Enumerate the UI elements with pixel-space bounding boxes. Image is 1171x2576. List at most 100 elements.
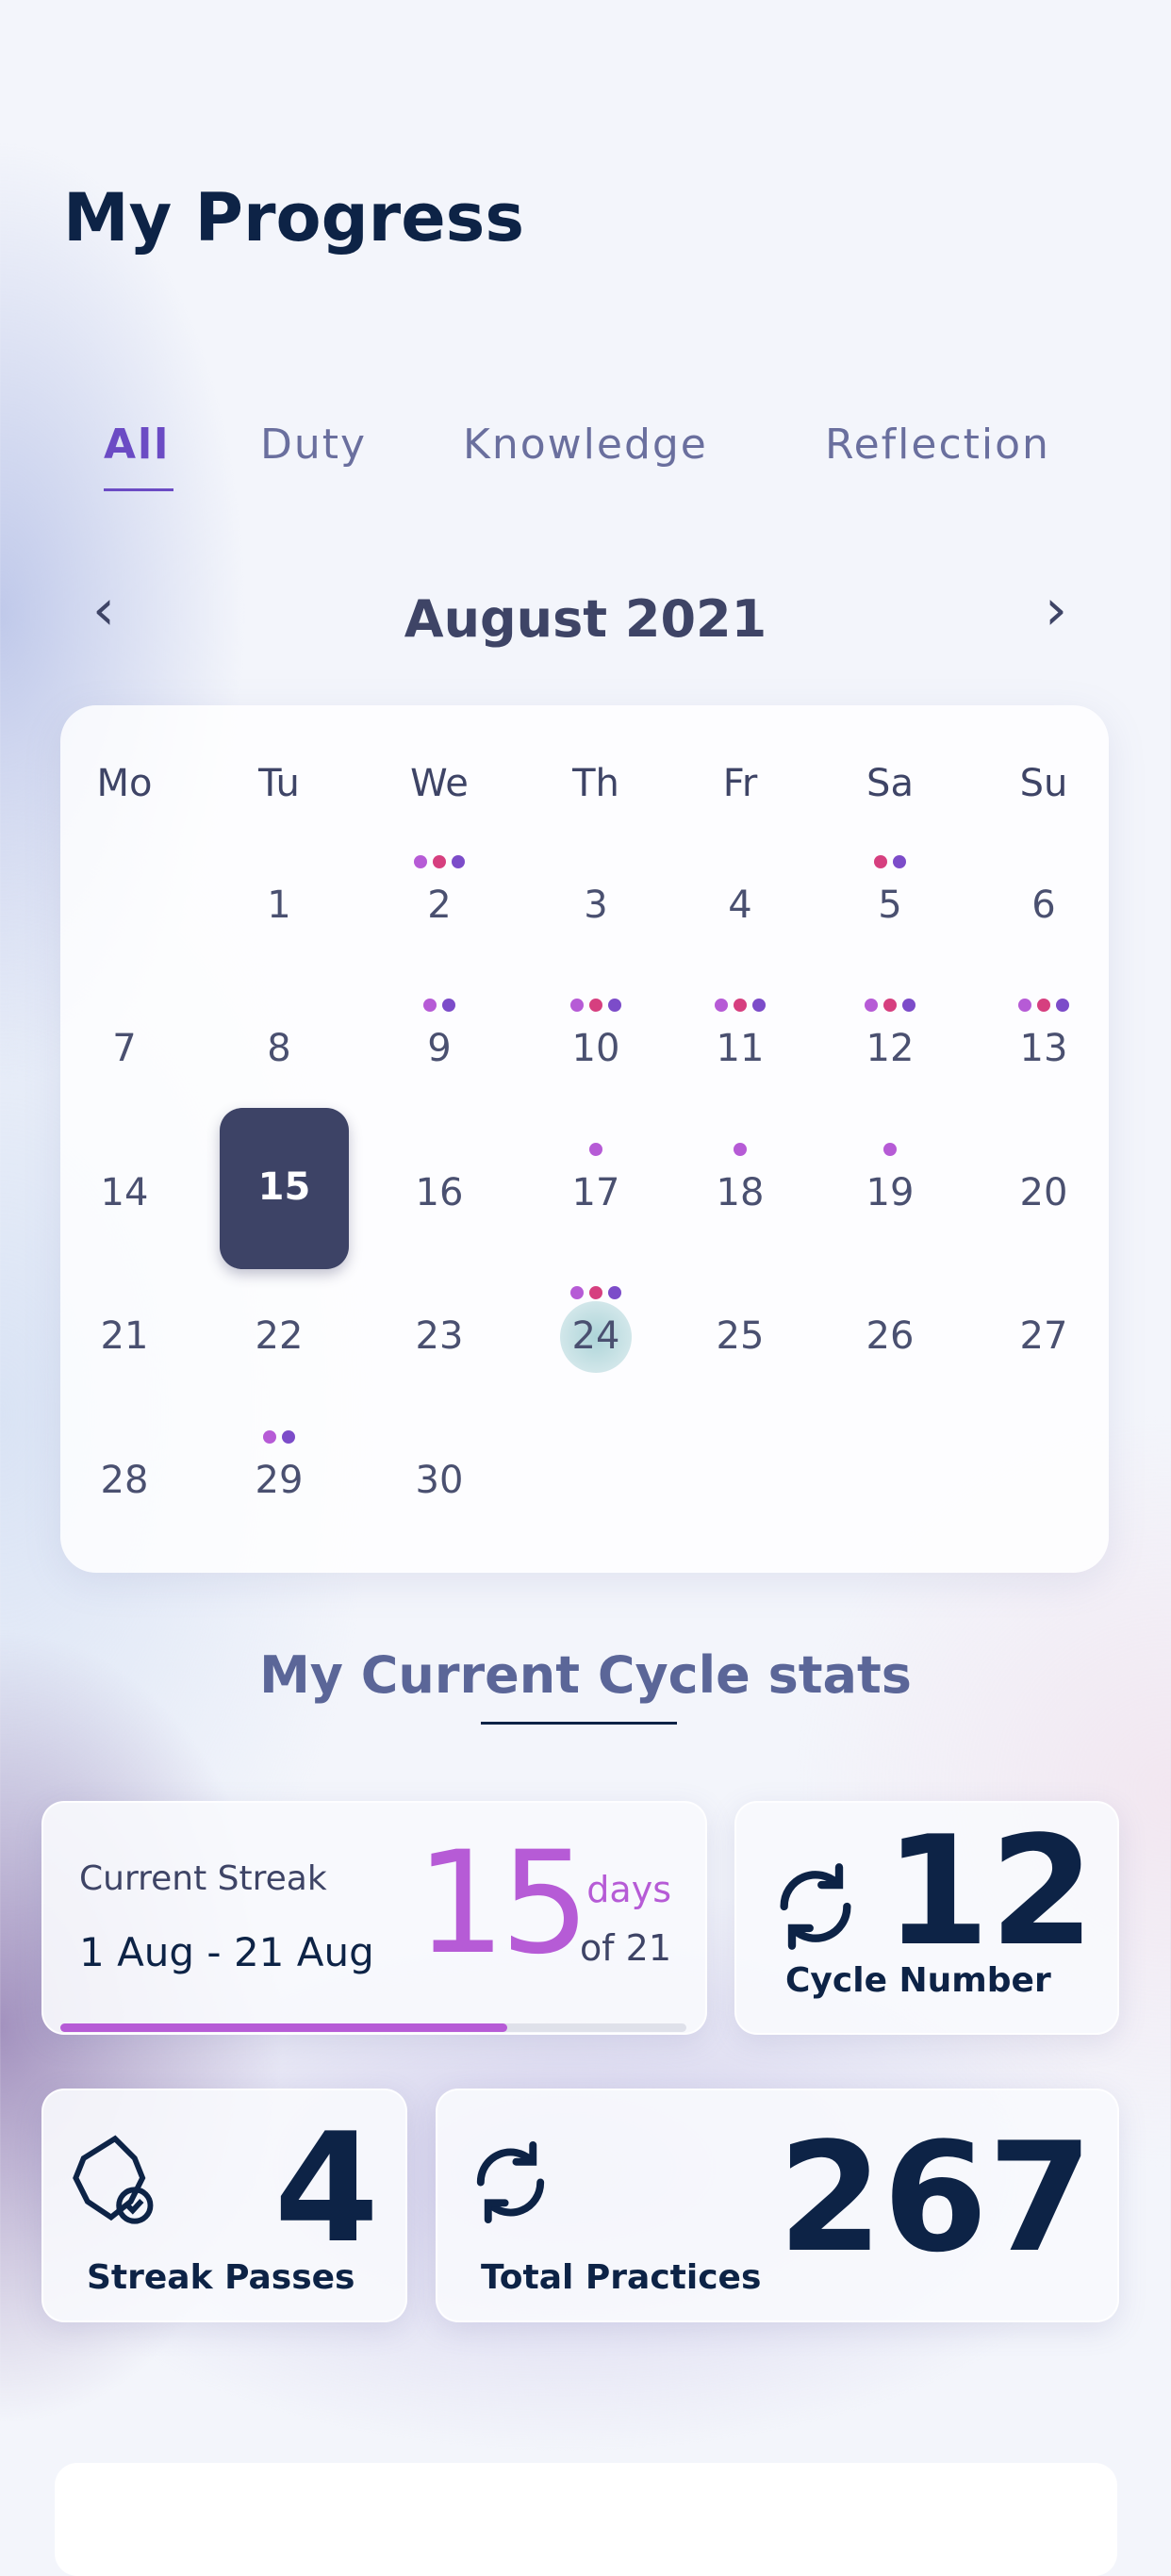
calendar-day[interactable]: 5 <box>833 883 947 927</box>
activity-dots <box>383 855 496 868</box>
activity-dot <box>883 999 897 1012</box>
section-title: My Current Cycle stats <box>259 1645 912 1705</box>
activity-dots <box>539 1286 652 1299</box>
activity-dots <box>539 1143 652 1156</box>
calendar-day[interactable]: 6 <box>987 883 1100 927</box>
page-title: My Progress <box>63 179 525 256</box>
streak-passes-card[interactable]: 4 Streak Passes <box>41 2089 407 2322</box>
activity-dot <box>423 999 437 1012</box>
calendar-day[interactable]: 26 <box>833 1314 947 1358</box>
calendar-day[interactable]: 25 <box>684 1314 797 1358</box>
weekday-header: Th <box>572 762 619 805</box>
passes-value: 4 <box>273 2100 379 2276</box>
activity-dot <box>1018 999 1031 1012</box>
activity-dot <box>865 999 878 1012</box>
activity-dot <box>734 999 747 1012</box>
calendar-day[interactable]: 10 <box>539 1027 652 1070</box>
bottom-card <box>55 2463 1117 2576</box>
calendar-day[interactable]: 27 <box>987 1314 1100 1358</box>
cycle-value: 12 <box>884 1803 1095 1979</box>
calendar-day[interactable]: 9 <box>383 1027 496 1070</box>
tab-duty[interactable]: Duty <box>260 421 367 469</box>
calendar-card <box>60 705 1109 1573</box>
calendar-day[interactable]: 21 <box>68 1314 181 1358</box>
streak-unit: days <box>586 1869 671 1910</box>
calendar-day[interactable]: 23 <box>383 1314 496 1358</box>
activity-dot <box>608 1286 621 1299</box>
tab-knowledge[interactable]: Knowledge <box>463 421 708 469</box>
activity-dot <box>433 855 446 868</box>
streak-label: Current Streak <box>79 1859 327 1898</box>
calendar-day[interactable]: 7 <box>68 1027 181 1070</box>
current-streak-card[interactable]: Current Streak 1 Aug - 21 Aug 15 days of… <box>41 1801 707 2035</box>
activity-dot <box>570 1286 584 1299</box>
cycle-number-card[interactable]: 12 Cycle Number <box>734 1801 1119 2035</box>
calendar-day[interactable]: 2 <box>383 883 496 927</box>
activity-dot <box>752 999 766 1012</box>
streak-progress-fill <box>60 2023 508 2032</box>
activity-dot <box>442 999 455 1012</box>
activity-dot <box>1056 999 1069 1012</box>
activity-dots <box>684 999 797 1012</box>
activity-dot <box>893 855 906 868</box>
passes-label: Streak Passes <box>87 2258 355 2297</box>
activity-dot <box>902 999 915 1012</box>
tab-reflection[interactable]: Reflection <box>825 421 1050 469</box>
activity-dot <box>589 1143 602 1156</box>
calendar-day[interactable]: 17 <box>539 1171 652 1214</box>
practices-value: 267 <box>778 2109 1093 2286</box>
tab-all[interactable]: All <box>104 421 170 469</box>
calendar-day[interactable]: 20 <box>987 1171 1100 1214</box>
calendar-day[interactable]: 11 <box>684 1027 797 1070</box>
activity-dot <box>414 855 427 868</box>
calendar-day[interactable]: 28 <box>68 1459 181 1502</box>
calendar-day[interactable]: 16 <box>383 1171 496 1214</box>
calendar-day[interactable]: 12 <box>833 1027 947 1070</box>
activity-dots <box>383 999 496 1012</box>
weekday-header: Su <box>1019 762 1068 805</box>
selected-day[interactable]: 15 <box>220 1165 349 1209</box>
calendar-day[interactable]: 29 <box>223 1459 336 1502</box>
weekday-header: Mo <box>96 762 153 805</box>
activity-dot <box>452 855 465 868</box>
calendar-day[interactable]: 4 <box>684 883 797 927</box>
activity-dot <box>570 999 584 1012</box>
streak-of: of 21 <box>579 1927 671 1969</box>
refresh-icon <box>780 1863 851 1950</box>
calendar-day[interactable]: 13 <box>987 1027 1100 1070</box>
calendar-day[interactable]: 30 <box>383 1459 496 1502</box>
total-practices-card[interactable]: 267 Total Practices <box>436 2089 1119 2322</box>
active-tab-indicator <box>104 488 173 491</box>
activity-dots <box>833 999 947 1012</box>
activity-dot <box>715 999 728 1012</box>
activity-dot <box>589 999 602 1012</box>
chevron-right-icon[interactable]: › <box>1045 577 1067 643</box>
calendar-day[interactable]: 22 <box>223 1314 336 1358</box>
calendar-day[interactable]: 3 <box>539 883 652 927</box>
activity-dot <box>589 1286 602 1299</box>
calendar-day[interactable]: 14 <box>68 1171 181 1214</box>
streak-value: 15 <box>416 1822 590 1986</box>
section-underline <box>481 1722 677 1725</box>
activity-dots <box>833 855 947 868</box>
activity-dot <box>263 1430 276 1444</box>
calendar-day[interactable]: 24 <box>539 1314 652 1358</box>
activity-dot <box>883 1143 897 1156</box>
activity-dot <box>1037 999 1050 1012</box>
activity-dot <box>282 1430 295 1444</box>
practices-label: Total Practices <box>481 2258 762 2297</box>
calendar-day[interactable]: 1 <box>223 883 336 927</box>
streak-progress-bar <box>60 2023 686 2032</box>
activity-dot <box>608 999 621 1012</box>
weekday-header: Sa <box>866 762 914 805</box>
cycle-label: Cycle Number <box>785 1961 1051 2000</box>
calendar-day[interactable]: 19 <box>833 1171 947 1214</box>
refresh-icon <box>476 2140 545 2224</box>
activity-dots <box>539 999 652 1012</box>
activity-dots <box>223 1430 336 1444</box>
activity-dot <box>734 1143 747 1156</box>
calendar-day[interactable]: 18 <box>684 1171 797 1214</box>
calendar-day[interactable]: 8 <box>223 1027 336 1070</box>
weekday-header: Fr <box>722 762 758 805</box>
activity-dots <box>833 1143 947 1156</box>
